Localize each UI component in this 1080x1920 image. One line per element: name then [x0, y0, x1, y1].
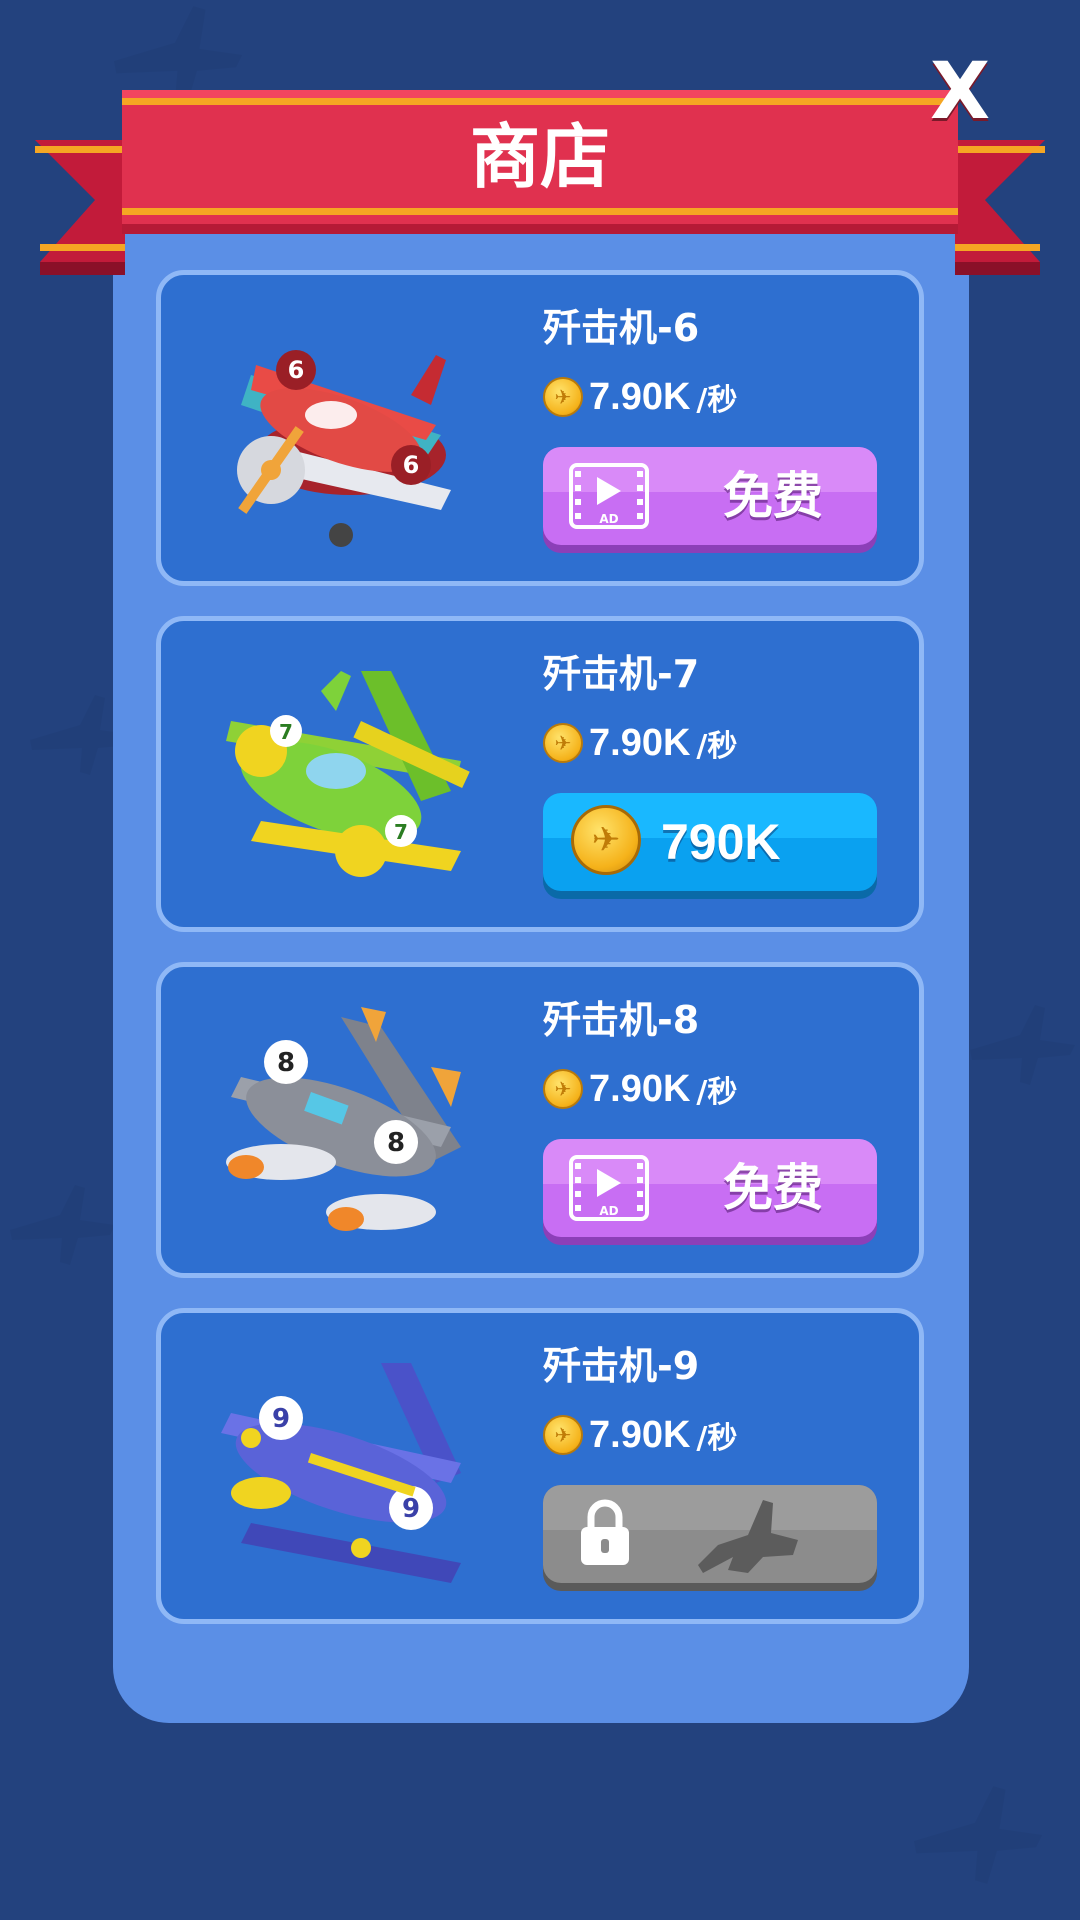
- coin-icon: [543, 377, 583, 417]
- locked-plane-silhouette-icon: [698, 1500, 798, 1573]
- twin-boom-plane-7-icon: 7 7: [226, 671, 470, 877]
- buy-with-coins-button[interactable]: ✈ 790K: [543, 793, 877, 891]
- free-label: 免费: [723, 467, 823, 525]
- svg-text:6: 6: [288, 356, 305, 384]
- item-name: 歼击机-8: [543, 998, 700, 1042]
- shop-item-card: 8 8 歼击机-8 7.90K /秒 AD 免费: [156, 962, 924, 1278]
- svg-text:8: 8: [387, 1128, 405, 1158]
- locked-button[interactable]: [543, 1485, 877, 1583]
- seaplane-8-icon: 8 8: [226, 1007, 461, 1231]
- svg-text:7: 7: [279, 720, 293, 744]
- shop-item-card: 9 9 歼击机-9 7.90K /秒: [156, 1308, 924, 1624]
- background-plane-silhouette: [970, 1005, 1075, 1085]
- item-name: 歼击机-7: [543, 652, 700, 696]
- item-name: 歼击机-9: [543, 1344, 700, 1388]
- income-rate: 7.90K /秒: [543, 1413, 737, 1457]
- free-ad-button[interactable]: AD 免费: [543, 447, 877, 545]
- rate-unit: /秒: [696, 1421, 738, 1456]
- income-rate: 7.90K /秒: [543, 375, 737, 419]
- video-ad-icon: AD: [569, 1155, 649, 1221]
- svg-text:9: 9: [272, 1404, 290, 1434]
- svg-text:8: 8: [277, 1048, 295, 1078]
- income-rate: 7.90K /秒: [543, 1067, 737, 1111]
- svg-text:6: 6: [403, 451, 420, 479]
- close-button[interactable]: X: [930, 53, 990, 131]
- lock-icon: [581, 1499, 629, 1565]
- svg-text:7: 7: [394, 820, 408, 844]
- background-plane-silhouette: [913, 1786, 1043, 1884]
- rate-unit: /秒: [696, 729, 738, 764]
- price-label: 790K: [661, 814, 781, 870]
- svg-text:AD: AD: [599, 512, 618, 526]
- rate-value: 7.90K: [589, 1413, 691, 1456]
- item-name: 歼击机-6: [543, 306, 700, 350]
- coin-icon: ✈: [571, 805, 641, 875]
- income-rate: 7.90K /秒: [543, 721, 737, 765]
- shop-title: 商店: [470, 116, 610, 198]
- free-label: 免费: [723, 1159, 823, 1217]
- svg-text:9: 9: [402, 1494, 420, 1524]
- free-ad-button[interactable]: AD 免费: [543, 1139, 877, 1237]
- coin-icon: [543, 1069, 583, 1109]
- coin-icon: [543, 723, 583, 763]
- shop-item-card: 6 6 歼击机-6 7.90K /秒 AD 免费: [156, 270, 924, 586]
- rate-value: 7.90K: [589, 1067, 691, 1110]
- background-plane-silhouette: [10, 1185, 115, 1265]
- coin-icon: [543, 1415, 583, 1455]
- jet-9-icon: 9 9: [221, 1363, 461, 1583]
- rate-unit: /秒: [696, 1075, 738, 1110]
- rate-value: 7.90K: [589, 721, 691, 764]
- video-ad-icon: AD: [569, 463, 649, 529]
- rate-unit: /秒: [696, 383, 738, 418]
- rate-value: 7.90K: [589, 375, 691, 418]
- shop-item-card: 7 7 歼击机-7 7.90K /秒 ✈ 790K: [156, 616, 924, 932]
- biplane-6-icon: 6 6: [237, 350, 451, 547]
- svg-text:AD: AD: [599, 1204, 618, 1218]
